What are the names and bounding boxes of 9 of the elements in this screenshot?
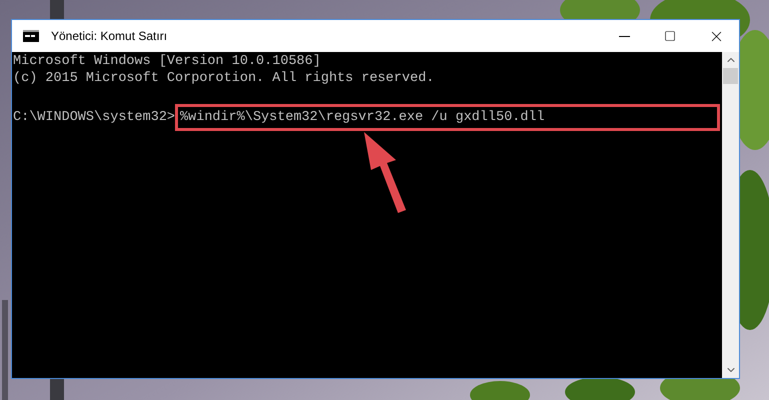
- terminal-icon: [23, 30, 39, 42]
- command-prompt: C:\WINDOWS\system32>: [13, 109, 176, 126]
- window-title: Yönetici: Komut Satırı: [51, 28, 168, 45]
- maximize-icon: [664, 30, 676, 42]
- highlighted-command: %windir%\System32\regsvr32.exe /u gxdll50.dll: [175, 104, 720, 131]
- console-line: Microsoft Windows [Version 10.0.10586]: [13, 53, 321, 70]
- scrollbar-thumb[interactable]: [723, 68, 738, 84]
- console-line: (c) 2015 Microsoft Corporotion. All rights reserved.: [13, 70, 434, 87]
- scrollbar[interactable]: [722, 52, 739, 378]
